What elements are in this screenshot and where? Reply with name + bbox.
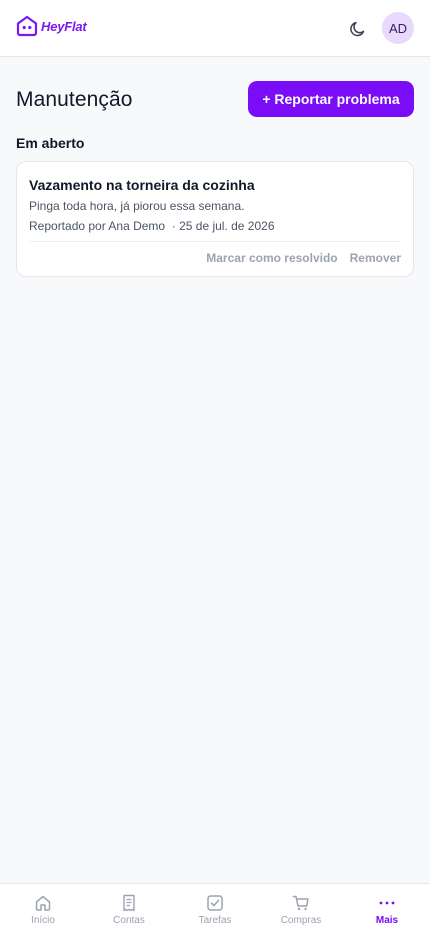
more-icon bbox=[379, 901, 395, 905]
remove-button[interactable]: Remover bbox=[350, 251, 401, 265]
moon-icon[interactable] bbox=[348, 19, 368, 39]
app-header: HeyFlat AD bbox=[0, 0, 430, 57]
house-logo-icon bbox=[16, 15, 38, 37]
nav-label: Tarefas bbox=[198, 915, 232, 926]
cart-icon bbox=[292, 895, 309, 911]
nav-item-contas[interactable]: Contas bbox=[86, 884, 172, 932]
nav-label: Início bbox=[31, 915, 55, 926]
card-actions: Marcar como resolvido Remover bbox=[206, 251, 401, 265]
issue-description: Pinga toda hora, já piorou essa semana. bbox=[29, 199, 245, 213]
maintenance-card: Vazamento na torneira da cozinha Pinga t… bbox=[16, 161, 414, 277]
card-divider bbox=[29, 241, 401, 242]
user-avatar[interactable]: AD bbox=[382, 12, 414, 44]
app-logo[interactable]: HeyFlat bbox=[16, 15, 87, 37]
brand-name: HeyFlat bbox=[41, 18, 87, 34]
nav-item-tarefas[interactable]: Tarefas bbox=[172, 884, 258, 932]
nav-label: Contas bbox=[113, 915, 145, 926]
page-title: Manutenção bbox=[16, 88, 133, 111]
nav-label: Mais bbox=[375, 915, 399, 926]
issue-title: Vazamento na torneira da cozinha bbox=[29, 177, 255, 193]
report-problem-button[interactable]: + Reportar problema bbox=[248, 81, 414, 117]
receipt-icon bbox=[123, 894, 135, 912]
nav-label: Compras bbox=[280, 915, 322, 926]
bottom-nav: Início Contas Tarefas Compras Mais bbox=[0, 883, 430, 932]
checkbox-icon bbox=[207, 895, 223, 911]
nav-item-inicio[interactable]: Início bbox=[0, 884, 86, 932]
home-icon bbox=[35, 895, 51, 911]
nav-item-mais[interactable]: Mais bbox=[344, 884, 430, 932]
nav-item-compras[interactable]: Compras bbox=[258, 884, 344, 932]
issue-meta: Reportado por Ana Demo · 25 de jul. de 2… bbox=[29, 219, 275, 233]
mark-resolved-button[interactable]: Marcar como resolvido bbox=[206, 251, 337, 265]
section-title-open: Em aberto bbox=[16, 135, 85, 151]
